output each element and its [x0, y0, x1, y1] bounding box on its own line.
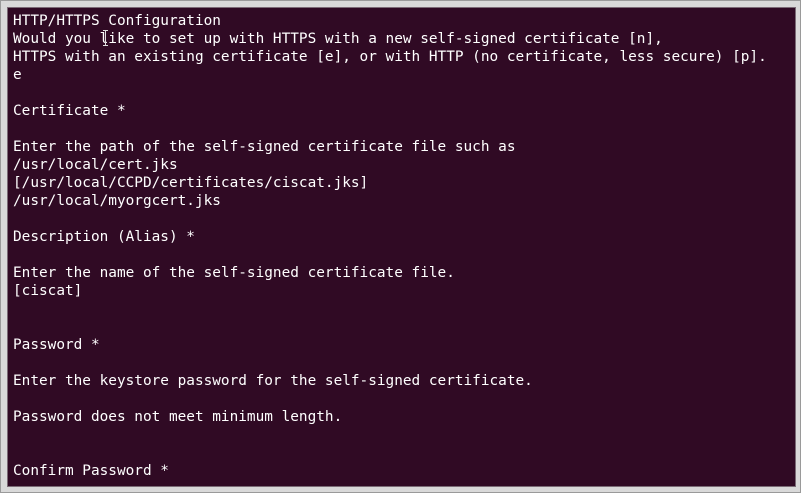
- terminal-line-alias-instruction: Enter the name of the self-signed certif…: [13, 265, 455, 281]
- terminal-line-title: HTTP/HTTPS Configuration: [13, 13, 221, 29]
- terminal-line-cert-default: [/usr/local/CCPD/certificates/ciscat.jks…: [13, 175, 369, 191]
- terminal-line-password-error: Password does not meet minimum length.: [13, 409, 343, 425]
- terminal-line-answer: e: [13, 67, 22, 83]
- terminal-line-confirm-password-heading: Confirm Password *: [13, 463, 169, 479]
- terminal-line-cert-path-instruction: Enter the path of the self-signed certif…: [13, 139, 516, 155]
- terminal-line-certificate-heading: Certificate *: [13, 103, 126, 119]
- terminal-line-password-heading: Password *: [13, 337, 100, 353]
- text-cursor-ibeam-icon: [102, 30, 110, 46]
- terminal-output[interactable]: HTTP/HTTPS Configuration Would you like …: [7, 7, 796, 487]
- terminal-line-password-instruction: Enter the keystore password for the self…: [13, 373, 533, 389]
- terminal-line-alias-default: [ciscat]: [13, 283, 83, 299]
- terminal-line-cert-example-2: /usr/local/myorgcert.jks: [13, 193, 221, 209]
- terminal-line-alias-heading: Description (Alias) *: [13, 229, 195, 245]
- terminal-line-prompt-2: HTTPS with an existing certificate [e], …: [13, 49, 767, 65]
- terminal-line-cert-example-1: /usr/local/cert.jks: [13, 157, 178, 173]
- window-frame: HTTP/HTTPS Configuration Would you like …: [0, 0, 801, 493]
- terminal-line-prompt-1: Would you like to set up with HTTPS with…: [13, 31, 663, 47]
- text-cursor: [7, 470, 8, 486]
- terminal-lines: HTTP/HTTPS Configuration Would you like …: [13, 12, 767, 480]
